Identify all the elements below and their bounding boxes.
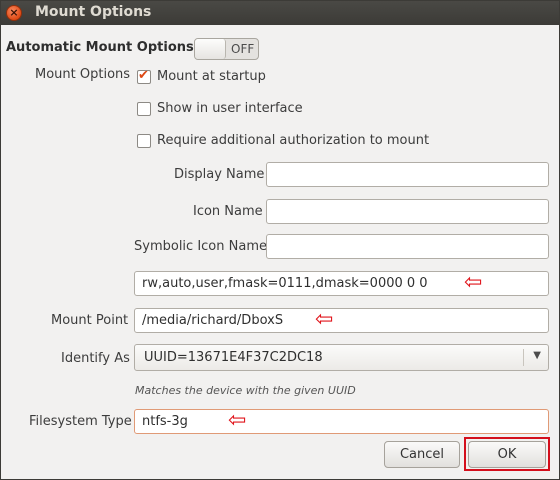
close-icon[interactable]: × — [6, 5, 22, 21]
mount-options-label: Mount Options — [35, 67, 131, 82]
annotation-arrow-icon: ⇦ — [228, 408, 247, 433]
toggle-knob — [195, 39, 226, 59]
icon-name-label: Icon Name — [193, 204, 263, 219]
identify-as-dropdown[interactable]: UUID=13671E4F37C2DC18 ▼ — [134, 344, 549, 371]
mount-options-dialog: × Mount Options Automatic Mount Options … — [0, 0, 560, 480]
annotation-arrow-icon: ⇦ — [464, 270, 483, 295]
chevron-down-icon[interactable]: ▼ — [533, 350, 541, 361]
automatic-mount-options-label: Automatic Mount Options — [6, 40, 194, 55]
require-auth-label[interactable]: Require additional authorization to moun… — [157, 133, 429, 148]
identify-as-label: Identify As — [61, 351, 130, 366]
symbolic-icon-name-field[interactable] — [266, 234, 549, 259]
mount-options-value: rw,auto,user,fmask=0111,dmask=0000 0 0 — [142, 276, 428, 291]
filesystem-type-value: ntfs-3g — [142, 414, 188, 429]
title-bar: × Mount Options — [1, 1, 559, 25]
toggle-state-text: OFF — [231, 42, 255, 56]
identify-as-value: UUID=13671E4F37C2DC18 — [144, 350, 323, 365]
automatic-mount-toggle[interactable]: OFF — [194, 38, 259, 60]
mount-at-startup-label[interactable]: Mount at startup — [157, 69, 266, 84]
filesystem-type-field[interactable]: ntfs-3g — [134, 409, 549, 434]
display-name-label: Display Name — [174, 167, 265, 182]
symbolic-icon-name-label: Symbolic Icon Name — [134, 239, 267, 254]
mount-at-startup-checkbox[interactable]: ✔ — [137, 68, 151, 84]
mount-point-value: /media/richard/DboxS — [142, 313, 284, 328]
filesystem-type-label: Filesystem Type — [29, 414, 132, 429]
require-auth-checkbox[interactable] — [137, 134, 151, 148]
mount-point-label: Mount Point — [51, 313, 129, 328]
show-in-ui-label[interactable]: Show in user interface — [157, 101, 303, 116]
display-name-field[interactable] — [266, 162, 549, 187]
annotation-arrow-icon: ⇦ — [315, 307, 334, 332]
show-in-ui-checkbox[interactable] — [137, 102, 151, 116]
checkmark-icon: ✔ — [138, 68, 149, 83]
identify-as-hint: Matches the device with the given UUID — [135, 384, 356, 397]
mount-options-field[interactable]: rw,auto,user,fmask=0111,dmask=0000 0 0 — [134, 271, 549, 296]
dropdown-separator — [523, 349, 524, 366]
window-title: Mount Options — [35, 4, 152, 20]
cancel-button[interactable]: Cancel — [384, 441, 460, 468]
icon-name-field[interactable] — [266, 199, 549, 224]
mount-point-field[interactable]: /media/richard/DboxS — [134, 308, 549, 333]
ok-button[interactable]: OK — [468, 441, 546, 468]
